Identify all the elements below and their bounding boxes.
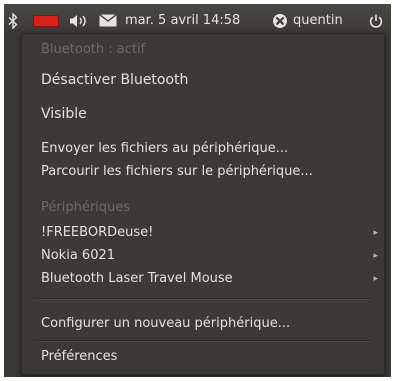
menu-separator [34, 340, 372, 342]
disable-bluetooth-item[interactable]: Désactiver Bluetooth [41, 69, 188, 91]
submenu-arrow-icon: ▸ [373, 274, 378, 284]
menu-separator [34, 298, 372, 300]
bluetooth-menu: Bluetooth : actif Désactiver Bluetooth V… [21, 33, 385, 375]
screenshot-frame: mar. 5 avril 14:58 quentin Bluetooth : a… [4, 4, 391, 377]
visible-item[interactable]: Visible [41, 103, 87, 125]
device-label: Bluetooth Laser Travel Mouse [41, 271, 233, 286]
device-item-nokia-6021[interactable]: Nokia 6021 ▸ [41, 245, 384, 267]
device-item-laser-mouse[interactable]: Bluetooth Laser Travel Mouse ▸ [41, 268, 384, 290]
submenu-arrow-icon: ▸ [373, 251, 378, 261]
bluetooth-status-header: Bluetooth : actif [41, 42, 146, 57]
submenu-arrow-icon: ▸ [373, 228, 378, 238]
device-item-freebordeuse[interactable]: !FREEBORDeuse! ▸ [41, 222, 384, 244]
devices-header: Périphériques [41, 200, 131, 215]
device-label: Nokia 6021 [41, 248, 116, 263]
preferences-item[interactable]: Préférences [41, 346, 117, 368]
send-files-item[interactable]: Envoyer les fichiers au périphérique... [41, 138, 288, 160]
bluetooth-icon[interactable] [6, 4, 20, 37]
browse-files-item[interactable]: Parcourir les fichiers sur le périphériq… [41, 161, 313, 183]
device-label: !FREEBORDeuse! [41, 225, 154, 240]
configure-new-device-item[interactable]: Configurer un nouveau périphérique... [41, 313, 290, 335]
